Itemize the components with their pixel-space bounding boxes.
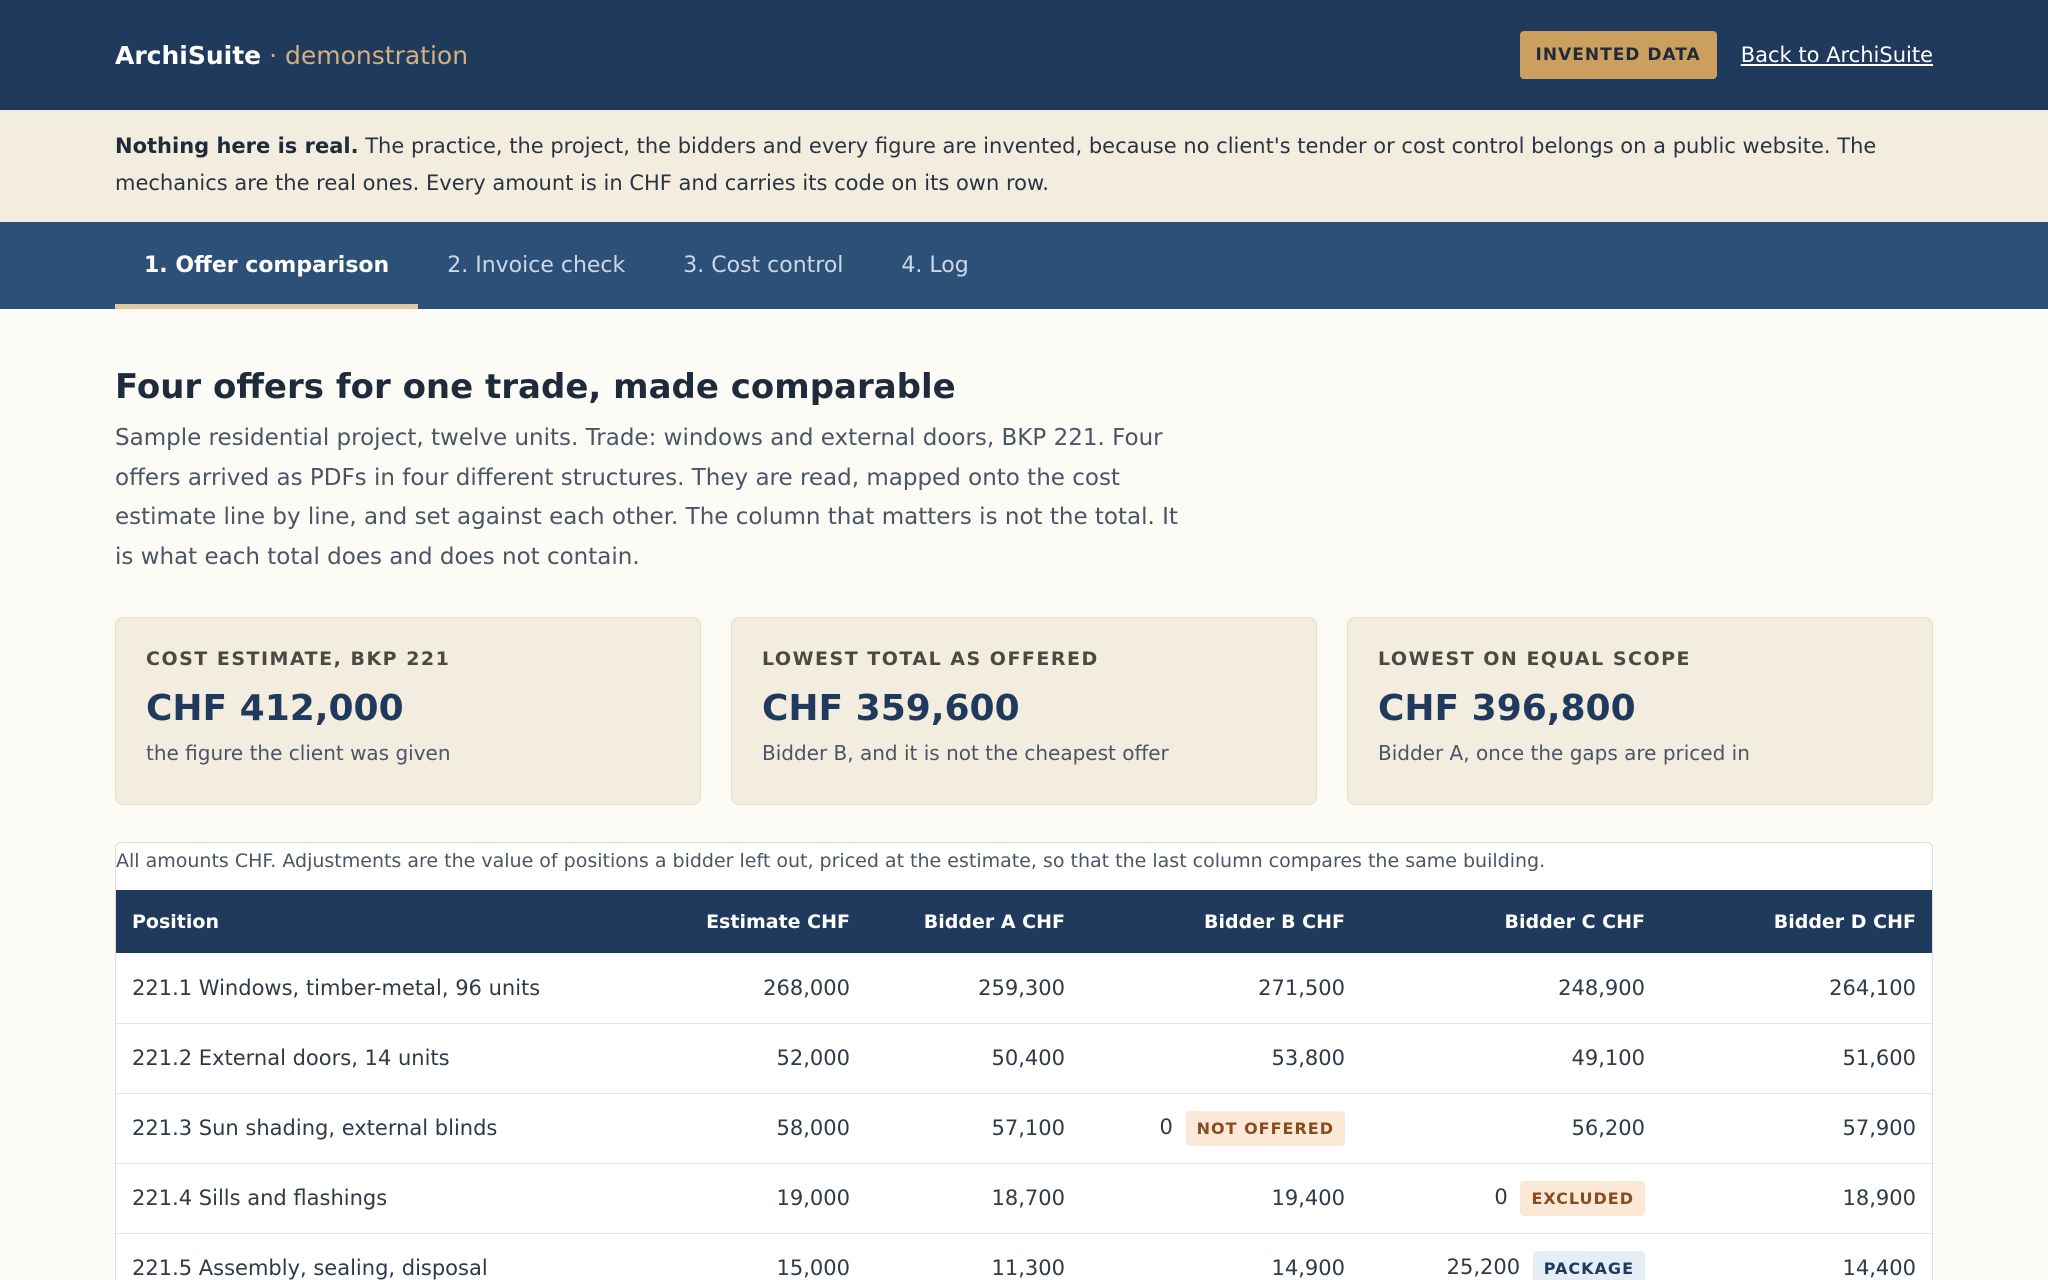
cell-value: 0 [1159, 1115, 1173, 1139]
brand-name: ArchiSuite [115, 40, 262, 70]
cell-bidder-d: 18,900 [1842, 1186, 1916, 1210]
table-caption: All amounts CHF. Adjustments are the val… [116, 850, 1546, 872]
cell-bidder-c: 56,200 [1571, 1116, 1645, 1140]
cell-bidder-b: 53,800 [1271, 1046, 1345, 1070]
header-bidder-b: Bidder B CHF [1204, 910, 1345, 933]
cell-bidder-d: 14,400 [1842, 1256, 1916, 1280]
tab-log[interactable]: 4. Log [872, 222, 997, 309]
card-value: CHF 396,800 [1378, 688, 1636, 729]
table-row: 221.2 External doors, 14 units 52,000 50… [116, 1023, 1932, 1093]
cell-bidder-b: 19,400 [1271, 1186, 1345, 1210]
brand: ArchiSuite · demonstration [115, 41, 468, 70]
comparison-table: Position Estimate CHF Bidder A CHF Bidde… [116, 890, 1932, 1280]
cell-bidder-a: 259,300 [978, 975, 1065, 1000]
cell-position: 221.4 Sills and flashings [132, 1186, 388, 1210]
brand-separator: · [269, 40, 278, 70]
cell-bidder-b: 0 NOT OFFERED [1081, 1093, 1361, 1163]
card-note: Bidder A, once the gaps are priced in [1378, 741, 1750, 765]
lowest-equal-scope-card: LOWEST ON EQUAL SCOPE CHF 396,800 Bidder… [1347, 617, 1933, 805]
cell-estimate: 15,000 [776, 1256, 850, 1280]
not-offered-badge: NOT OFFERED [1185, 1110, 1345, 1146]
disclaimer-notice: Nothing here is real. The practice, the … [0, 110, 2048, 222]
card-value: CHF 359,600 [762, 688, 1020, 729]
summary-cards: COST ESTIMATE, BKP 221 CHF 412,000 the f… [115, 617, 1933, 805]
cell-bidder-b: 271,500 [1258, 975, 1345, 1000]
tab-offer-comparison[interactable]: 1. Offer comparison [115, 222, 419, 309]
table-row: 221.5 Assembly, sealing, disposal 15,000… [116, 1233, 1932, 1280]
cell-bidder-a: 57,100 [991, 1116, 1065, 1140]
cell-value: 25,200 [1446, 1255, 1521, 1279]
cell-position: 221.5 Assembly, sealing, disposal [132, 1256, 488, 1280]
cell-value: 0 [1494, 1185, 1508, 1209]
card-value: CHF 412,000 [146, 688, 404, 729]
cell-bidder-a: 18,700 [991, 1186, 1065, 1210]
card-label: LOWEST TOTAL AS OFFERED [762, 648, 1099, 670]
card-label: LOWEST ON EQUAL SCOPE [1378, 648, 1692, 670]
table-row: 221.4 Sills and flashings 19,000 18,700 … [116, 1163, 1932, 1233]
offer-comparison-table: All amounts CHF. Adjustments are the val… [115, 842, 1933, 1280]
page-title: Four offers for one trade, made comparab… [115, 367, 956, 407]
cell-position: 221.2 External doors, 14 units [132, 1046, 450, 1070]
cell-bidder-c: 25,200 PACKAGE [1361, 1233, 1661, 1280]
header-bidder-c: Bidder C CHF [1504, 910, 1645, 933]
table-header-row: Position Estimate CHF Bidder A CHF Bidde… [116, 890, 1932, 953]
cell-bidder-c: 248,900 [1558, 975, 1645, 1000]
tab-cost-control[interactable]: 3. Cost control [654, 222, 872, 309]
tab-bar: 1. Offer comparison 2. Invoice check 3. … [0, 222, 2048, 309]
header-bidder-a: Bidder A CHF [923, 910, 1065, 933]
lowest-total-card: LOWEST TOTAL AS OFFERED CHF 359,600 Bidd… [731, 617, 1317, 805]
cell-bidder-b: 14,900 [1271, 1256, 1345, 1280]
intro-paragraph: Sample residential project, twelve units… [115, 425, 1178, 570]
table-row: 221.1 Windows, timber-metal, 96 units 26… [116, 953, 1932, 1023]
cell-bidder-a: 11,300 [991, 1256, 1065, 1280]
header-estimate: Estimate CHF [706, 910, 850, 933]
cell-estimate: 52,000 [776, 1046, 850, 1070]
invented-data-badge: INVENTED DATA [1519, 31, 1717, 79]
notice-text: The practice, the project, the bidders a… [115, 134, 1877, 195]
cell-estimate: 58,000 [776, 1116, 850, 1140]
cell-position: 221.1 Windows, timber-metal, 96 units [132, 975, 541, 1000]
excluded-badge: EXCLUDED [1520, 1180, 1645, 1216]
notice-strong: Nothing here is real. [115, 134, 359, 158]
card-label: COST ESTIMATE, BKP 221 [146, 648, 451, 670]
cell-bidder-d: 264,100 [1829, 975, 1916, 1000]
top-bar: ArchiSuite · demonstration INVENTED DATA… [0, 0, 2048, 110]
main-content: Four offers for one trade, made comparab… [0, 367, 2048, 1280]
cell-bidder-d: 57,900 [1842, 1116, 1916, 1140]
back-to-archisuite-link[interactable]: Back to ArchiSuite [1741, 43, 1933, 67]
cell-bidder-c: 49,100 [1571, 1046, 1645, 1070]
cell-position: 221.3 Sun shading, external blinds [132, 1116, 498, 1140]
table-row: 221.3 Sun shading, external blinds 58,00… [116, 1093, 1932, 1163]
brand-suffix: demonstration [285, 40, 469, 70]
cost-estimate-card: COST ESTIMATE, BKP 221 CHF 412,000 the f… [115, 617, 701, 805]
cell-bidder-d: 51,600 [1842, 1046, 1916, 1070]
top-right: INVENTED DATA Back to ArchiSuite [1519, 31, 1933, 79]
header-bidder-d: Bidder D CHF [1773, 910, 1916, 933]
header-position: Position [132, 910, 219, 933]
card-note: the figure the client was given [146, 741, 451, 765]
cell-estimate: 19,000 [776, 1186, 850, 1210]
cell-bidder-a: 50,400 [991, 1046, 1065, 1070]
package-badge: PACKAGE [1532, 1250, 1645, 1280]
tab-invoice-check[interactable]: 2. Invoice check [418, 222, 654, 309]
card-note: Bidder B, and it is not the cheapest off… [762, 741, 1169, 765]
cell-estimate: 268,000 [763, 975, 850, 1000]
cell-bidder-c: 0 EXCLUDED [1361, 1163, 1661, 1233]
